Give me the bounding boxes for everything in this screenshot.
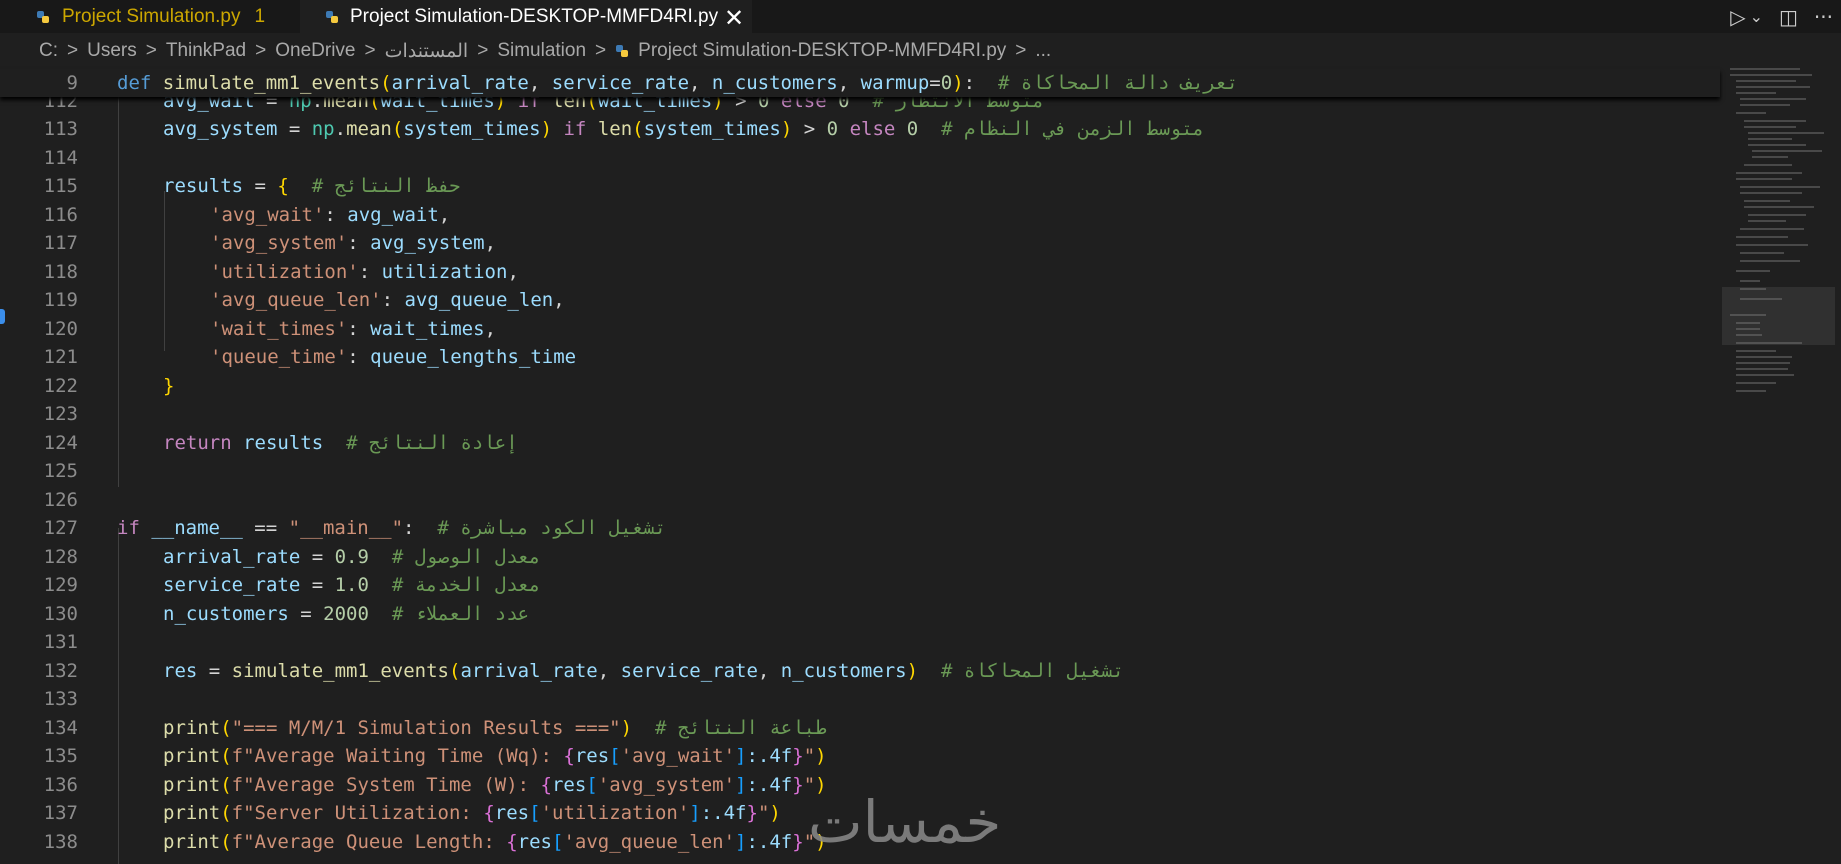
code-line: 119 'avg_queue_len': avg_queue_len, bbox=[0, 286, 1700, 315]
code-line: 118 'utilization': utilization, bbox=[0, 258, 1700, 287]
line-number: 121 bbox=[43, 346, 78, 369]
line-number: 135 bbox=[43, 745, 78, 768]
chevron-right-icon: > bbox=[1015, 40, 1027, 61]
chevron-down-icon[interactable]: ⌄ bbox=[1750, 7, 1763, 26]
code-line: 116 'avg_wait': avg_wait, bbox=[0, 201, 1700, 230]
breadcrumb-file-label: Project Simulation-DESKTOP-MMFD4RI.py bbox=[638, 40, 1007, 61]
line-number: 120 bbox=[43, 317, 78, 340]
minimap-slider[interactable] bbox=[1722, 287, 1835, 345]
tab-bar: Project Simulation.py 1 Project Simulati… bbox=[0, 0, 1841, 33]
code-line: 130 n_customers = 2000 # عدد العملاء bbox=[0, 600, 1700, 629]
breadcrumb-item[interactable]: OneDrive bbox=[275, 40, 355, 62]
run-icon[interactable]: ▷ bbox=[1730, 5, 1745, 29]
tab-label: Project Simulation-DESKTOP-MMFD4RI.py bbox=[350, 5, 719, 27]
minimap[interactable] bbox=[1728, 66, 1828, 406]
breadcrumb-item[interactable]: ThinkPad bbox=[166, 40, 246, 62]
code-line: 114 bbox=[0, 144, 1700, 173]
code-line: 124 return results # إعادة النتائج bbox=[0, 429, 1700, 458]
line-number: 119 bbox=[43, 289, 78, 312]
code-line: 120 'wait_times': wait_times, bbox=[0, 315, 1700, 344]
tab-project-simulation-desktop[interactable]: Project Simulation-DESKTOP-MMFD4RI.py ✕ bbox=[300, 0, 752, 33]
watermark-logo: خمسات bbox=[808, 788, 1003, 856]
line-number: 124 bbox=[43, 431, 78, 454]
line-number: 122 bbox=[43, 374, 78, 397]
scroll-marker bbox=[0, 309, 5, 324]
code-line: 127 if __name__ == "__main__": # تشغيل ا… bbox=[0, 514, 1700, 543]
code-line: 132 res = simulate_mm1_events(arrival_ra… bbox=[0, 657, 1700, 686]
chevron-right-icon: > bbox=[364, 40, 376, 61]
line-number: 125 bbox=[43, 460, 78, 483]
editor-actions: ▷ ⌄ ◫ ··· bbox=[1730, 0, 1841, 33]
python-file-icon bbox=[326, 11, 338, 23]
line-number: 9 bbox=[66, 72, 78, 94]
breadcrumb-item[interactable]: المستندات bbox=[385, 40, 469, 63]
breadcrumb-item[interactable]: Simulation bbox=[497, 40, 586, 62]
sticky-scroll-line[interactable]: 9 def simulate_mm1_events(arrival_rate, … bbox=[0, 69, 1720, 97]
breadcrumb-more[interactable]: ... bbox=[1035, 40, 1051, 62]
line-number: 113 bbox=[43, 118, 78, 141]
breadcrumb-item[interactable]: Users bbox=[87, 40, 137, 62]
more-actions-icon[interactable]: ··· bbox=[1814, 5, 1833, 29]
line-number: 117 bbox=[43, 232, 78, 255]
line-number: 126 bbox=[43, 488, 78, 511]
code-line: 131 bbox=[0, 628, 1700, 657]
code-line: 134 print("=== M/M/1 Simulation Results … bbox=[0, 714, 1700, 743]
code-line: 126 bbox=[0, 486, 1700, 515]
code-line: 123 bbox=[0, 400, 1700, 429]
chevron-right-icon: > bbox=[67, 40, 79, 61]
tab-label: Project Simulation.py bbox=[62, 5, 241, 27]
line-number: 128 bbox=[43, 545, 78, 568]
line-number: 123 bbox=[43, 403, 78, 426]
chevron-right-icon: > bbox=[145, 40, 157, 61]
line-number: 137 bbox=[43, 802, 78, 825]
code-line: 117 'avg_system': avg_system, bbox=[0, 229, 1700, 258]
line-number: 138 bbox=[43, 830, 78, 853]
close-icon[interactable]: ✕ bbox=[724, 4, 744, 33]
line-number: 134 bbox=[43, 716, 78, 739]
breadcrumb-item[interactable]: C: bbox=[39, 40, 58, 62]
line-number: 115 bbox=[43, 175, 78, 198]
line-number: 133 bbox=[43, 688, 78, 711]
code-line: 129 service_rate = 1.0 # معدل الخدمة bbox=[0, 571, 1700, 600]
code-line: 128 arrival_rate = 0.9 # معدل الوصول bbox=[0, 543, 1700, 572]
chevron-right-icon: > bbox=[595, 40, 607, 61]
line-number: 114 bbox=[43, 146, 78, 169]
breadcrumb: C: > Users > ThinkPad > OneDrive > المست… bbox=[0, 33, 1841, 69]
chevron-right-icon: > bbox=[477, 40, 489, 61]
python-file-icon bbox=[616, 45, 629, 57]
line-number: 130 bbox=[43, 602, 78, 625]
code-line: 115 results = { # حفظ النتائج bbox=[0, 172, 1700, 201]
code-line: 135 print(f"Average Waiting Time (Wq): {… bbox=[0, 742, 1700, 771]
line-number: 132 bbox=[43, 659, 78, 682]
line-number: 129 bbox=[43, 574, 78, 597]
code-line: 133 bbox=[0, 685, 1700, 714]
chevron-right-icon: > bbox=[255, 40, 267, 61]
split-editor-icon[interactable]: ◫ bbox=[1779, 5, 1798, 29]
code-line: 125 bbox=[0, 457, 1700, 486]
line-number: 136 bbox=[43, 773, 78, 796]
line-number: 118 bbox=[43, 260, 78, 283]
code-line: 113 avg_system = np.mean(system_times) i… bbox=[0, 115, 1700, 144]
line-number: 127 bbox=[43, 517, 78, 540]
code-line: 122 } bbox=[0, 372, 1700, 401]
line-number: 116 bbox=[43, 203, 78, 226]
python-file-icon bbox=[37, 11, 49, 23]
problems-badge: 1 bbox=[254, 5, 266, 27]
line-number: 131 bbox=[43, 631, 78, 654]
breadcrumb-file[interactable]: Project Simulation-DESKTOP-MMFD4RI.py bbox=[615, 40, 1006, 62]
tab-project-simulation[interactable]: Project Simulation.py 1 bbox=[0, 0, 298, 33]
code-editor[interactable]: 112 avg_wait = np.mean(wait_times) if le… bbox=[0, 69, 1841, 864]
code-line: 121 'queue_time': queue_lengths_time bbox=[0, 343, 1700, 372]
